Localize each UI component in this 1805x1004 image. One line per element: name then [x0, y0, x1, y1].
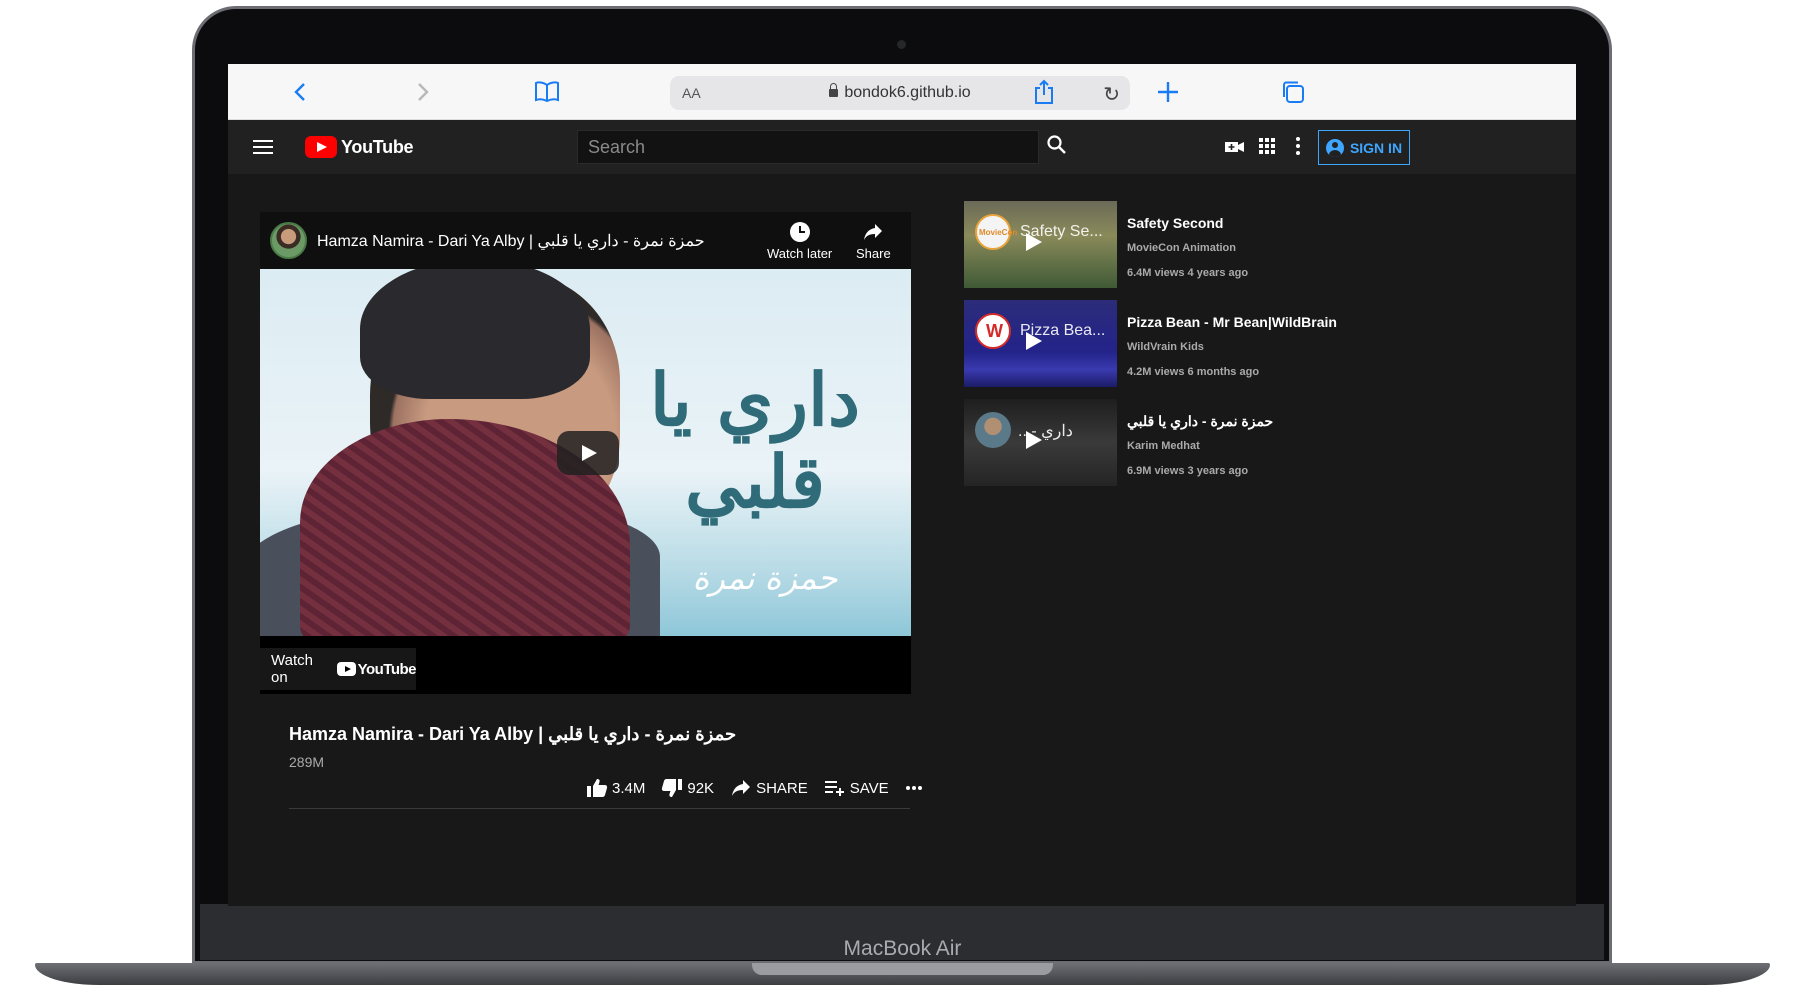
wildbrain-badge-icon: W [975, 313, 1011, 349]
video-thumbnail[interactable]: داري يا قلبي حمزة نمرة [260, 269, 911, 636]
lock-icon [829, 83, 839, 97]
clock-icon [789, 222, 810, 242]
like-button[interactable]: 3.4M [586, 778, 645, 798]
play-icon [1026, 431, 1042, 449]
share-icon[interactable] [1030, 78, 1058, 106]
dislike-count: 92K [687, 779, 715, 797]
more-vertical-icon[interactable] [1288, 136, 1312, 158]
related-channel[interactable]: Karim Medhat [1127, 440, 1200, 452]
address-bar[interactable]: AA bondok6.github.io ↻ [670, 76, 1130, 110]
related-video[interactable]: W Pizza Bea... Pizza Bean - Mr Bean|Wild… [964, 300, 1424, 388]
logo-text: YouTube [341, 136, 414, 157]
player-title[interactable]: Hamza Namira - Dari Ya Alby | حمزة نمرة … [317, 231, 705, 251]
video-player[interactable]: Hamza Namira - Dari Ya Alby | حمزة نمرة … [260, 212, 911, 694]
youtube-header: YouTube SIGN IN [228, 120, 1576, 174]
related-thumbnail[interactable]: داري -... [964, 399, 1117, 486]
more-actions-icon[interactable] [905, 785, 923, 791]
divider [289, 808, 910, 809]
screen: AA bondok6.github.io ↻ YouTube Search SI… [228, 64, 1576, 906]
related-meta: 6.9M views 3 years ago [1127, 465, 1249, 477]
watch-on-brand: YouTube [357, 660, 417, 678]
related-title[interactable]: Pizza Bean - Mr Bean|WildBrain [1127, 314, 1337, 330]
watch-on-youtube-button[interactable]: Watch on YouTube [260, 648, 417, 690]
save-button[interactable]: SAVE [824, 779, 889, 797]
youtube-play-logo-icon [305, 136, 337, 158]
video-title: Hamza Namira - Dari Ya Alby | حمزة نمرة … [289, 724, 737, 744]
new-tab-icon[interactable] [1154, 78, 1182, 106]
tabs-icon[interactable] [1279, 78, 1307, 106]
create-video-icon[interactable] [1223, 136, 1247, 158]
sign-in-button[interactable]: SIGN IN [1318, 130, 1410, 165]
browser-toolbar: AA bondok6.github.io ↻ [228, 64, 1576, 120]
bookmarks-icon[interactable] [533, 78, 561, 106]
play-icon [1026, 233, 1042, 251]
share-button[interactable]: SHARE [730, 779, 808, 797]
search-icon[interactable] [1046, 134, 1072, 160]
play-button[interactable] [557, 431, 619, 475]
related-video[interactable]: MovieCon Safety Se... Safety Second Movi… [964, 201, 1424, 289]
back-icon[interactable] [286, 78, 314, 106]
watch-later-button[interactable]: Watch later [767, 222, 832, 261]
thumbnail-signature: حمزة نمرة [692, 559, 838, 597]
related-title[interactable]: حمزة نمرة - داري يا قلبي [1127, 413, 1273, 430]
url-text: bondok6.github.io [844, 84, 971, 101]
moviecon-badge-icon: MovieCon [975, 214, 1017, 250]
related-channel[interactable]: WildVrain Kids [1127, 341, 1204, 353]
player-share-label: Share [856, 246, 891, 261]
like-count: 3.4M [612, 779, 646, 797]
related-meta: 6.4M views 4 years ago [1127, 267, 1249, 279]
thumbnail-hair [360, 269, 590, 399]
camera [897, 40, 906, 49]
watch-later-label: Watch later [767, 246, 833, 261]
channel-avatar[interactable] [270, 222, 307, 259]
channel-avatar [975, 412, 1011, 448]
related-title[interactable]: Safety Second [1127, 215, 1223, 231]
apps-grid-icon[interactable] [1257, 136, 1281, 158]
related-thumbnail[interactable]: MovieCon Safety Se... [964, 201, 1117, 288]
related-meta: 4.2M views 6 months ago [1127, 366, 1260, 378]
save-label: SAVE [849, 779, 889, 797]
laptop-mockup: MacBook Air AA bondok6.github.io ↻ YouTu… [0, 0, 1805, 1004]
play-icon [1026, 332, 1042, 350]
view-count: 289M [289, 754, 325, 770]
dislike-button[interactable]: 92K [661, 778, 714, 798]
share-arrow-icon [864, 224, 883, 240]
share-arrow-icon [732, 780, 751, 796]
laptop-hinge-notch [752, 963, 1053, 975]
thumbs-up-icon [587, 779, 608, 797]
player-bottom-bar: Watch on YouTube [260, 636, 911, 694]
related-video[interactable]: داري -... حمزة نمرة - داري يا قلبي Karim… [964, 399, 1424, 487]
sign-in-label: SIGN IN [1349, 139, 1403, 156]
model-label: MacBook Air [843, 937, 962, 960]
thumbs-down-icon [662, 779, 683, 797]
thumbnail-arabic-title: داري يا قلبي [649, 357, 861, 524]
youtube-logo[interactable]: YouTube [305, 136, 414, 158]
account-circle-icon [1325, 138, 1344, 157]
reload-icon[interactable]: ↻ [1103, 82, 1120, 107]
related-thumbnail[interactable]: W Pizza Bea... [964, 300, 1117, 387]
video-actions: 3.4M 92K SHARE SAVE [586, 776, 939, 800]
watch-on-label: Watch on [271, 652, 313, 686]
search-input[interactable] [577, 130, 1039, 164]
player-top-bar: Hamza Namira - Dari Ya Alby | حمزة نمرة … [260, 212, 911, 269]
player-share-button[interactable]: Share [856, 222, 891, 261]
menu-icon[interactable] [253, 140, 273, 154]
youtube-mini-logo-icon [337, 662, 356, 676]
forward-icon[interactable] [409, 78, 437, 106]
playlist-add-icon [824, 781, 844, 796]
related-channel[interactable]: MovieCon Animation [1127, 242, 1236, 254]
share-label: SHARE [756, 779, 808, 797]
